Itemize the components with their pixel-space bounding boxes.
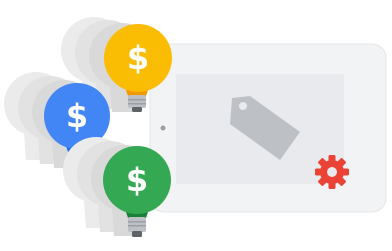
dollar-sign: $ xyxy=(66,97,88,135)
tablet-home-button xyxy=(160,125,166,131)
bulb-base xyxy=(128,217,146,232)
dollar-sign: $ xyxy=(127,39,149,77)
dollar-sign: $ xyxy=(126,161,148,199)
gear-icon xyxy=(315,155,349,189)
tablet-device xyxy=(149,43,387,213)
green-dollar-bulb: $ xyxy=(63,137,171,237)
price-bulbs-illustration: $ $ $ xyxy=(4,17,387,237)
bulb-base xyxy=(128,95,146,108)
